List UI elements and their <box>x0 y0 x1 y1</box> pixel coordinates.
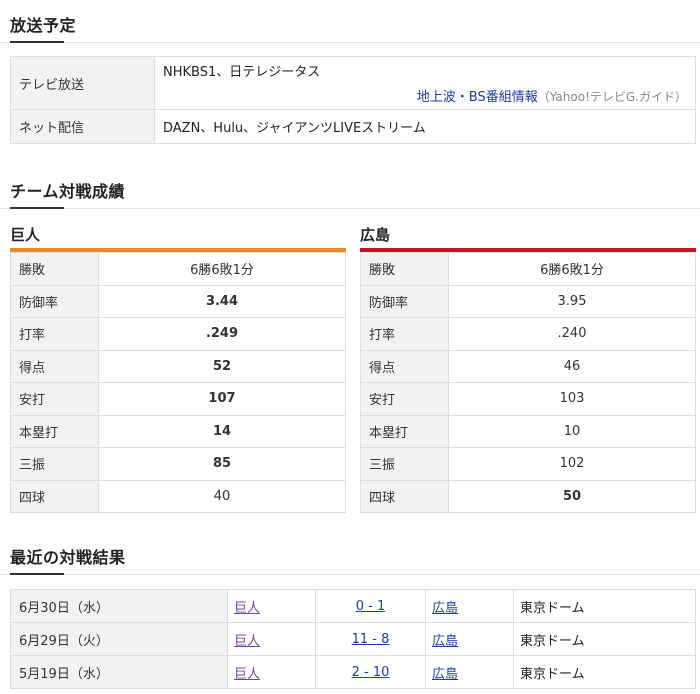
away-team-link[interactable]: 広島 <box>432 601 458 616</box>
record-section-title: チーム対戦成績 <box>10 182 126 201</box>
stat-value: 3.95 <box>448 284 696 318</box>
stat-label: 防御率 <box>10 284 99 318</box>
stat-label: 三振 <box>360 447 449 480</box>
stat-label: 安打 <box>10 382 99 415</box>
stat-value: .249 <box>98 317 346 350</box>
game-date: 5月19日（水） <box>10 655 228 689</box>
stat-value: .240 <box>448 317 696 350</box>
table-row: 本塁打 14 <box>10 414 346 448</box>
stat-label: 打率 <box>10 317 99 350</box>
stat-value: 102 <box>448 447 696 480</box>
stat-value: 40 <box>98 479 346 513</box>
stat-value: 50 <box>448 479 696 513</box>
table-row: 本塁打 10 <box>360 414 696 448</box>
table-row: 四球 40 <box>10 479 346 513</box>
table-row: 打率 .249 <box>10 317 346 350</box>
net-stream-label: ネット配信 <box>10 109 155 144</box>
stat-label: 打率 <box>360 317 449 350</box>
stat-value: 103 <box>448 382 696 415</box>
net-stream-row: ネット配信 DAZN、Hulu、ジャイアンツLIVEストリーム <box>10 109 696 144</box>
results-section-rule <box>0 573 700 575</box>
table-row: 得点 46 <box>360 349 696 383</box>
stat-value: 52 <box>98 349 346 383</box>
broadcast-section-title: 放送予定 <box>10 16 77 35</box>
stat-value: 46 <box>448 349 696 383</box>
stat-value: 107 <box>98 382 346 415</box>
table-row: 三振 102 <box>360 447 696 480</box>
stat-value: 3.44 <box>98 284 346 318</box>
broadcast-section-rule <box>0 41 700 43</box>
record-section-rule <box>0 207 700 209</box>
stat-label: 本塁打 <box>10 414 99 448</box>
game-score-link[interactable]: 11 - 8 <box>352 632 390 647</box>
stat-label: 安打 <box>360 382 449 415</box>
stat-value: 6勝6敗1分 <box>190 263 254 279</box>
table-row: 安打 107 <box>10 382 346 415</box>
game-venue: 東京ドーム <box>513 655 696 689</box>
stat-label: 得点 <box>360 349 449 383</box>
stat-label: 勝敗 <box>10 252 99 285</box>
away-team-link[interactable]: 広島 <box>432 667 458 682</box>
tv-broadcast-value-cell: NHKBS1、日テレジータス 地上波・BS番組情報（Yahoo!テレビG.ガイド… <box>154 56 696 110</box>
terrestrial-bs-program-link[interactable]: 地上波・BS番組情報 <box>417 90 538 105</box>
table-row: 四球 50 <box>360 479 696 513</box>
game-score-link[interactable]: 0 - 1 <box>356 599 386 614</box>
table-row: 打率 .240 <box>360 317 696 350</box>
table-row: 5月19日（水） 巨人 2 - 10 広島 東京ドーム <box>10 655 696 689</box>
stat-value: 6勝6敗1分 <box>540 263 604 279</box>
table-row: 防御率 3.44 <box>10 284 346 318</box>
table-row: 得点 52 <box>10 349 346 383</box>
home-team-link[interactable]: 巨人 <box>234 634 260 649</box>
table-row: 勝敗 6勝6敗1分 <box>360 252 696 285</box>
tv-broadcast-label: テレビ放送 <box>10 56 155 110</box>
recent-results-table: 6月30日（水） 巨人 0 - 1 広島 東京ドーム 6月29日（火） 巨人 1… <box>10 589 696 689</box>
team-stats-table-carp: 勝敗 6勝6敗1分 防御率 3.95 打率 .240 得点 46 安打 103 本塁打 10… <box>360 252 696 513</box>
stat-value: 14 <box>98 414 346 448</box>
stat-value: 10 <box>448 414 696 448</box>
broadcast-table: テレビ放送 NHKBS1、日テレジータス 地上波・BS番組情報（Yahoo!テレ… <box>10 56 696 144</box>
table-row: 三振 85 <box>10 447 346 480</box>
tv-broadcast-row: テレビ放送 NHKBS1、日テレジータス 地上波・BS番組情報（Yahoo!テレ… <box>10 56 696 110</box>
home-team-link[interactable]: 巨人 <box>234 601 260 616</box>
table-row: 6月29日（火） 巨人 11 - 8 広島 東京ドーム <box>10 622 696 656</box>
home-team-link[interactable]: 巨人 <box>234 667 260 682</box>
stat-label: 四球 <box>10 479 99 513</box>
table-row: 勝敗 6勝6敗1分 <box>10 252 346 285</box>
stat-label: 勝敗 <box>360 252 449 285</box>
tv-links-line: 地上波・BS番組情報（Yahoo!テレビG.ガイド） <box>163 86 687 105</box>
team-name-carp: 広島 <box>360 226 391 244</box>
table-row: 防御率 3.95 <box>360 284 696 318</box>
stat-label: 四球 <box>360 479 449 513</box>
stat-label: 本塁打 <box>360 414 449 448</box>
tv-guide-note: （Yahoo!テレビG.ガイド） <box>537 90 687 104</box>
game-score-link[interactable]: 2 - 10 <box>352 665 390 680</box>
table-row: 安打 103 <box>360 382 696 415</box>
stat-label: 防御率 <box>360 284 449 318</box>
table-row: 6月30日（水） 巨人 0 - 1 広島 東京ドーム <box>10 589 696 623</box>
game-venue: 東京ドーム <box>513 589 696 623</box>
stat-label: 得点 <box>10 349 99 383</box>
tv-broadcast-value: NHKBS1、日テレジータス <box>163 65 321 80</box>
away-team-link[interactable]: 広島 <box>432 634 458 649</box>
stat-label: 三振 <box>10 447 99 480</box>
team-name-giants: 巨人 <box>10 226 41 244</box>
results-section-title: 最近の対戦結果 <box>10 548 126 567</box>
team-stats-table-giants: 勝敗 6勝6敗1分 防御率 3.44 打率 .249 得点 52 安打 107 本塁打 14… <box>10 252 346 513</box>
stat-value: 85 <box>98 447 346 480</box>
game-date: 6月30日（水） <box>10 589 228 623</box>
net-stream-value: DAZN、Hulu、ジャイアンツLIVEストリーム <box>154 109 696 144</box>
game-venue: 東京ドーム <box>513 622 696 656</box>
game-date: 6月29日（火） <box>10 622 228 656</box>
